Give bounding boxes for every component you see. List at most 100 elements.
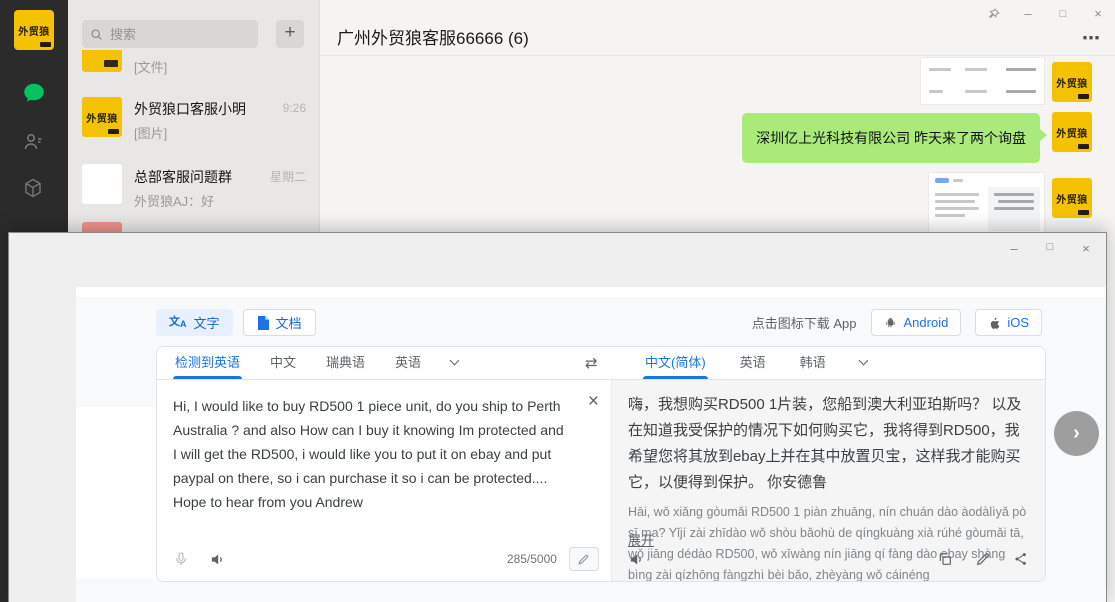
- thumbnail-line: [965, 90, 987, 93]
- thumbnail-line: [935, 214, 965, 217]
- document-icon: [257, 316, 269, 330]
- language-tab-bar: 检测到英语 中文 瑞典语 英语 ⇄ 中文(简体) 英语 韩语: [157, 347, 1045, 380]
- chat-subtitle: [文件]: [134, 57, 167, 76]
- thumbnail-chip: [935, 178, 949, 183]
- translator-page: 文A 文字 文档 点击图标下载 App: [76, 287, 1106, 602]
- chevron-down-icon[interactable]: [858, 355, 868, 365]
- apple-icon: [988, 316, 1000, 330]
- suggest-edit-icon[interactable]: [975, 551, 991, 567]
- share-icon[interactable]: [1013, 551, 1029, 567]
- download-hint: 点击图标下载 App: [752, 313, 857, 332]
- edit-source-button[interactable]: [569, 547, 599, 571]
- source-lang-tab-swedish[interactable]: 瑞典语: [326, 347, 365, 379]
- thumbnail-line: [935, 193, 979, 196]
- avatar-brand-text: 外贸狼: [18, 23, 50, 38]
- page-top-strip: [76, 287, 1106, 297]
- android-download-button[interactable]: Android: [871, 309, 962, 336]
- sender-avatar[interactable]: 外贸狼: [1052, 62, 1092, 102]
- collections-tab[interactable]: [21, 176, 47, 202]
- page-left-margin: [76, 407, 156, 579]
- avatar-sub-badge: [40, 42, 51, 47]
- chats-tab[interactable]: [21, 80, 47, 106]
- cube-icon: [21, 176, 45, 200]
- android-icon: [884, 316, 897, 329]
- close-button[interactable]: ×: [1090, 6, 1106, 22]
- avatar-brand-text: 外贸狼: [1056, 191, 1088, 206]
- chat-subtitle: [图片]: [134, 123, 167, 142]
- translation-panel: 嗨，我想购买RD500 1片装，您船到澳大利亚珀斯吗？ 以及在知道我受保护的情况…: [611, 380, 1045, 581]
- maximize-button[interactable]: □: [1042, 241, 1058, 256]
- forward-button[interactable]: ›: [1054, 411, 1099, 456]
- list-item[interactable]: 外贸狼 外贸狼口客服小明 9:26 [图片]: [68, 90, 320, 156]
- text-mode-button[interactable]: 文A 文字: [156, 309, 233, 336]
- document-mode-button[interactable]: 文档: [243, 309, 316, 336]
- more-options-button[interactable]: ⋯: [1082, 28, 1101, 49]
- clear-source-button[interactable]: ×: [588, 392, 599, 411]
- translated-text: 嗨，我想购买RD500 1片装，您船到澳大利亚珀斯吗？ 以及在知道我受保护的情况…: [628, 392, 1030, 496]
- chat-avatar: [82, 50, 122, 72]
- sender-avatar[interactable]: 外贸狼: [1052, 112, 1092, 152]
- mode-toolbar: 文A 文字 文档: [156, 309, 316, 336]
- avatar-sub-badge: [1078, 94, 1089, 99]
- search-icon: [90, 28, 103, 41]
- image-message[interactable]: [920, 57, 1045, 105]
- thumbnail-line: [994, 193, 1034, 196]
- source-lang-tab-english[interactable]: 英语: [395, 347, 421, 379]
- source-panel[interactable]: Hi, I would like to buy RD500 1 piece un…: [157, 380, 611, 581]
- maximize-button[interactable]: □: [1055, 6, 1071, 22]
- add-chat-button[interactable]: +: [276, 20, 304, 48]
- avatar-brand-text: 外贸狼: [1056, 125, 1088, 140]
- listen-source-icon[interactable]: [209, 551, 226, 568]
- target-lang-tab-chinese-simplified[interactable]: 中文(简体): [645, 347, 706, 379]
- minimize-button[interactable]: –: [1020, 6, 1036, 22]
- image-message[interactable]: [928, 172, 1045, 234]
- screen: 外贸狼 +: [0, 0, 1115, 602]
- text-message-bubble[interactable]: 深圳亿上光科技有限公司 昨天来了两个询盘: [742, 113, 1040, 163]
- thumbnail-line: [953, 179, 963, 182]
- translator-window: – □ × 文A 文字 文档 点击图标下: [8, 232, 1107, 602]
- contacts-tab[interactable]: [21, 130, 47, 156]
- minimize-button[interactable]: –: [1006, 241, 1022, 256]
- document-mode-label: 文档: [276, 313, 302, 332]
- sender-avatar[interactable]: 外贸狼: [1052, 178, 1092, 218]
- thumbnail-line: [929, 68, 951, 71]
- search-box[interactable]: [82, 20, 258, 48]
- swap-languages-icon[interactable]: ⇄: [585, 354, 598, 372]
- chat-bubble-icon: [21, 80, 47, 106]
- thumbnail-line: [935, 200, 975, 203]
- chat-avatar: 外贸狼: [82, 97, 122, 137]
- microphone-icon[interactable]: [173, 551, 189, 567]
- search-input[interactable]: [108, 26, 238, 43]
- translate-icon: 文A: [169, 317, 187, 329]
- window-controls: – □ ×: [986, 6, 1106, 22]
- source-lang-tab-chinese[interactable]: 中文: [270, 347, 296, 379]
- pin-icon[interactable]: [986, 7, 1001, 22]
- bubble-tail: [1039, 128, 1047, 142]
- list-item[interactable]: 总部客服问题群 星期二 外贸狼AJ：好: [68, 156, 320, 222]
- target-lang-tab-english[interactable]: 英语: [740, 347, 766, 379]
- list-item[interactable]: [文件]: [68, 46, 320, 80]
- chat-title: 外贸狼口客服小明: [134, 99, 246, 119]
- target-lang-tab-korean[interactable]: 韩语: [800, 347, 826, 379]
- ios-download-button[interactable]: iOS: [975, 309, 1042, 336]
- chevron-down-icon[interactable]: [450, 355, 460, 365]
- translate-body: Hi, I would like to buy RD500 1 piece un…: [157, 380, 1045, 581]
- copy-icon[interactable]: [937, 551, 953, 567]
- text-mode-label: 文字: [194, 313, 220, 332]
- translator-titlebar: – □ ×: [9, 233, 1106, 287]
- ios-label: iOS: [1007, 315, 1029, 330]
- avatar-brand-text: 外贸狼: [1056, 75, 1088, 90]
- source-language-tabs: 检测到英语 中文 瑞典语 英语: [175, 347, 458, 379]
- source-text[interactable]: Hi, I would like to buy RD500 1 piece un…: [173, 394, 568, 514]
- avatar-brand-text: 外贸狼: [86, 110, 118, 125]
- listen-translation-icon[interactable]: [628, 551, 645, 568]
- close-button[interactable]: ×: [1078, 241, 1094, 256]
- pencil-icon: [577, 553, 590, 566]
- source-footer: 285/5000: [173, 545, 599, 573]
- source-lang-tab-detected[interactable]: 检测到英语: [175, 347, 240, 379]
- window-controls: – □ ×: [1006, 241, 1094, 256]
- message-text: 深圳亿上光科技有限公司 昨天来了两个询盘: [756, 128, 1026, 148]
- user-avatar[interactable]: 外贸狼: [14, 10, 54, 50]
- avatar-sub-badge: [1078, 144, 1089, 149]
- thumbnail-line: [929, 90, 943, 93]
